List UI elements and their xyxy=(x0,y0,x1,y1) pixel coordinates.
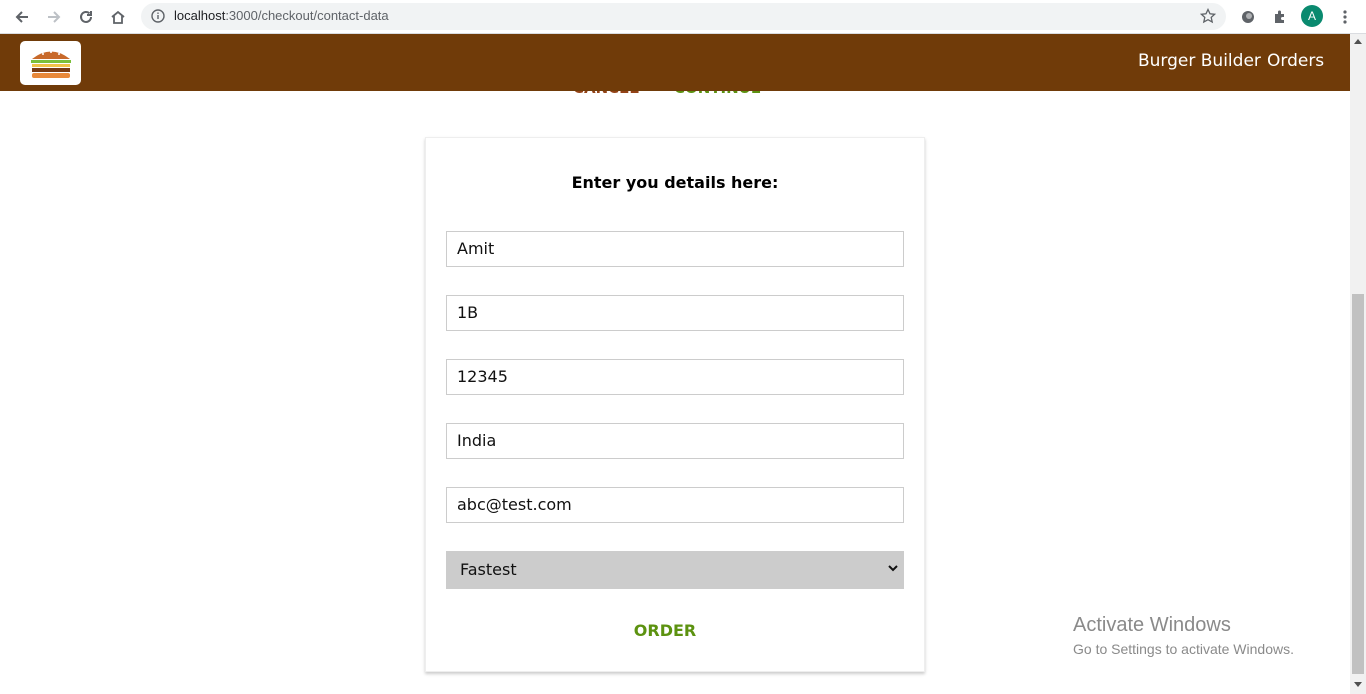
order-button[interactable]: ORDER xyxy=(426,621,904,640)
watermark-subtitle: Go to Settings to activate Windows. xyxy=(1073,641,1294,657)
app-toolbar: Burger Builder Orders xyxy=(0,34,1350,91)
activate-windows-watermark: Activate Windows Go to Settings to activ… xyxy=(1073,614,1294,657)
street-input[interactable]: 1B xyxy=(446,295,904,331)
burger-logo[interactable] xyxy=(20,41,81,85)
page-scrollbar[interactable] xyxy=(1350,34,1366,694)
scroll-up-icon[interactable] xyxy=(1354,38,1362,44)
bookmark-star-icon[interactable] xyxy=(1200,8,1216,24)
profile-avatar[interactable]: A xyxy=(1301,5,1323,27)
reload-icon[interactable] xyxy=(74,5,98,29)
watermark-title: Activate Windows xyxy=(1073,614,1231,636)
extension-circle-icon[interactable] xyxy=(1236,5,1260,29)
scrollbar-thumb[interactable] xyxy=(1352,294,1364,674)
nav-orders[interactable]: Orders xyxy=(1267,51,1324,71)
browser-toolbar: localhost:3000/checkout/contact-data A xyxy=(0,0,1366,34)
zipcode-input[interactable]: 12345 xyxy=(446,359,904,395)
app-viewport: Burger Builder Orders CANCEL CONTINUE En… xyxy=(0,34,1350,694)
forward-icon[interactable] xyxy=(42,5,66,29)
delivery-method-value: Fastest xyxy=(460,560,517,579)
address-bar[interactable]: localhost:3000/checkout/contact-data xyxy=(141,3,1226,30)
url-text: localhost:3000/checkout/contact-data xyxy=(174,8,389,23)
delivery-method-select[interactable]: Fastest xyxy=(446,551,904,589)
name-input[interactable]: Amit xyxy=(446,231,904,267)
back-icon[interactable] xyxy=(10,5,34,29)
email-input[interactable]: abc@test.com xyxy=(446,487,904,523)
country-input[interactable]: India xyxy=(446,423,904,459)
extensions-puzzle-icon[interactable] xyxy=(1268,5,1292,29)
nav-burger-builder[interactable]: Burger Builder xyxy=(1138,51,1261,71)
burger-logo-icon xyxy=(30,51,71,78)
contact-data-card: Enter you details here: Amit 1B 12345 In… xyxy=(425,137,925,672)
info-icon[interactable] xyxy=(151,9,165,23)
chevron-down-icon xyxy=(888,565,898,572)
home-icon[interactable] xyxy=(106,5,130,29)
scroll-down-icon[interactable] xyxy=(1354,682,1362,688)
menu-kebab-icon[interactable] xyxy=(1333,5,1357,29)
form-title: Enter you details here: xyxy=(571,173,779,192)
